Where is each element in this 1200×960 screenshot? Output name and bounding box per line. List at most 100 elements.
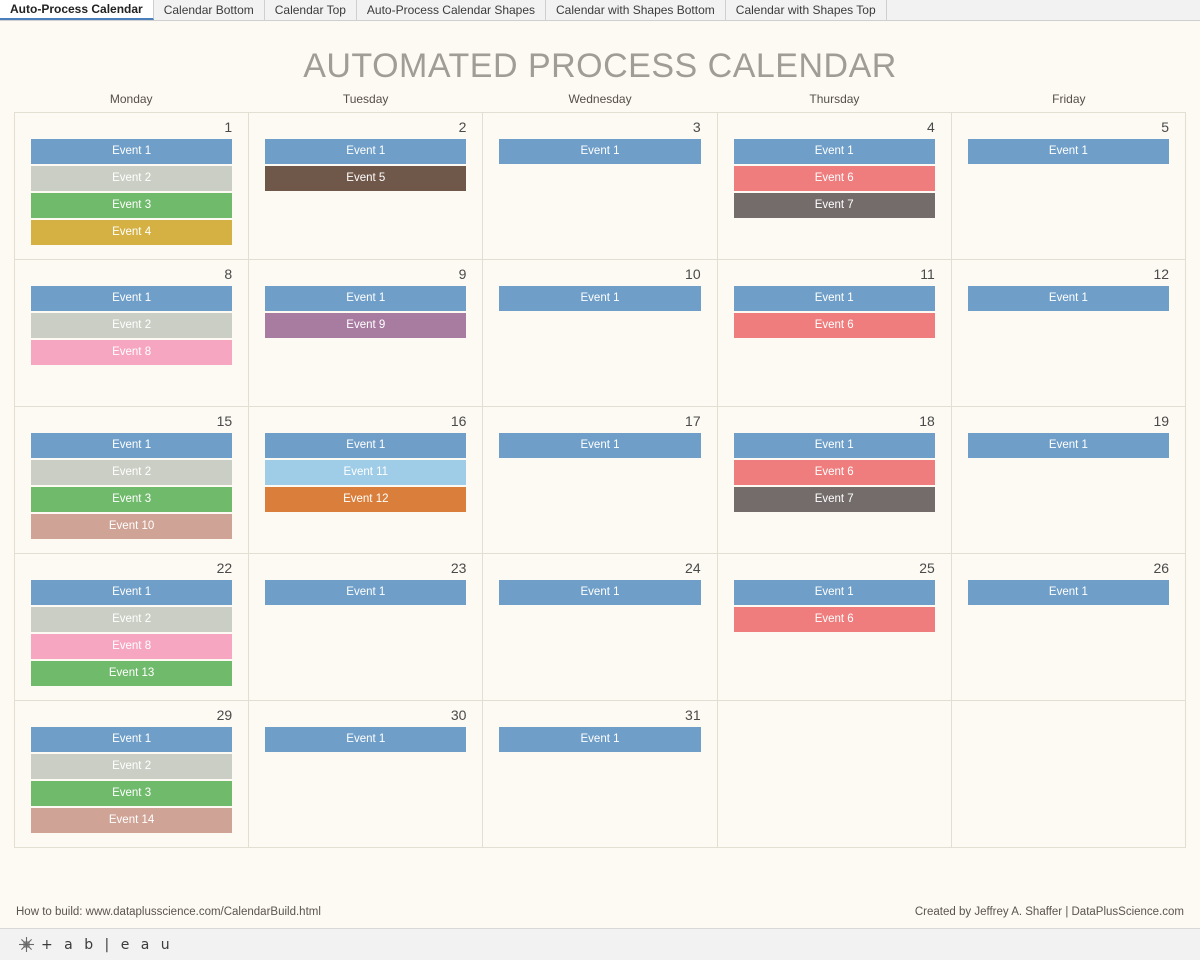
calendar-day-cell[interactable]: 2 Event 1 Event 5 [249, 113, 484, 260]
event-bar[interactable]: Event 1 [265, 433, 467, 458]
calendar-empty-cell[interactable] [951, 701, 1187, 848]
event-bar[interactable]: Event 12 [265, 487, 467, 512]
day-number: 2 [458, 119, 467, 135]
event-bar[interactable]: Event 1 [733, 139, 935, 164]
day-number: 26 [1153, 560, 1170, 576]
calendar-day-cell[interactable]: 9 Event 1 Event 9 [249, 260, 484, 407]
event-bar[interactable]: Event 1 [967, 286, 1170, 311]
footer-how-to-build-link[interactable]: How to build: www.dataplusscience.com/Ca… [16, 906, 321, 918]
event-bar[interactable]: Event 2 [31, 607, 233, 632]
event-bar[interactable]: Event 1 [265, 580, 467, 605]
event-bar[interactable]: Event 7 [733, 487, 935, 512]
footer-credit-text[interactable]: Created by Jeffrey A. Shaffer | DataPlus… [915, 906, 1184, 918]
event-bar[interactable]: Event 6 [733, 460, 935, 485]
event-bar[interactable]: Event 1 [499, 580, 701, 605]
calendar-day-cell[interactable]: 23 Event 1 [249, 554, 484, 701]
event-bar[interactable]: Event 1 [967, 580, 1170, 605]
event-bar[interactable]: Event 1 [499, 286, 701, 311]
worksheet-tab-0[interactable]: Auto-Process Calendar [0, 0, 154, 20]
calendar-day-cell[interactable]: 15 Event 1 Event 2 Event 3 Event 10 [15, 407, 250, 554]
event-list: Event 1 Event 9 [265, 286, 467, 338]
event-bar[interactable]: Event 2 [31, 460, 233, 485]
event-bar[interactable]: Event 1 [733, 286, 935, 311]
event-bar[interactable]: Event 1 [31, 580, 233, 605]
calendar-day-cell[interactable]: 17 Event 1 [483, 407, 718, 554]
event-bar[interactable]: Event 1 [499, 727, 701, 752]
worksheet-tab-label: Calendar with Shapes Bottom [556, 3, 715, 17]
event-bar[interactable]: Event 3 [31, 781, 233, 806]
event-bar[interactable]: Event 1 [733, 433, 935, 458]
day-number: 11 [920, 266, 935, 282]
calendar-day-cell[interactable]: 30 Event 1 [249, 701, 484, 848]
calendar-day-cell[interactable]: 16 Event 1 Event 11 Event 12 [249, 407, 484, 554]
event-bar[interactable]: Event 1 [265, 727, 467, 752]
worksheet-tab-4[interactable]: Calendar with Shapes Bottom [546, 0, 726, 20]
event-bar[interactable]: Event 1 [499, 433, 701, 458]
event-bar[interactable]: Event 14 [31, 808, 233, 833]
worksheet-tab-1[interactable]: Calendar Bottom [153, 0, 265, 20]
event-bar[interactable]: Event 11 [265, 460, 467, 485]
weekday-header-tuesday: Tuesday [342, 92, 389, 106]
event-bar[interactable]: Event 6 [733, 166, 935, 191]
day-number: 24 [685, 560, 701, 576]
calendar-day-cell[interactable]: 3 Event 1 [483, 113, 718, 260]
event-bar[interactable]: Event 1 [31, 286, 233, 311]
event-list: Event 1 [967, 139, 1170, 164]
event-bar[interactable]: Event 2 [31, 313, 233, 338]
calendar-day-cell[interactable]: 12 Event 1 [951, 260, 1187, 407]
event-bar[interactable]: Event 1 [265, 286, 467, 311]
worksheet-tab-label: Calendar with Shapes Top [735, 3, 876, 17]
event-bar[interactable]: Event 2 [31, 754, 233, 779]
calendar-day-cell[interactable]: 1 Event 1 Event 2 Event 3 Event 4 [15, 113, 250, 260]
event-bar[interactable]: Event 1 [31, 727, 233, 752]
calendar-day-cell[interactable]: 5 Event 1 [951, 113, 1187, 260]
calendar-day-cell[interactable]: 22 Event 1 Event 2 Event 8 Event 13 [15, 554, 250, 701]
calendar-day-cell[interactable]: 10 Event 1 [483, 260, 718, 407]
calendar-day-cell[interactable]: 4 Event 1 Event 6 Event 7 [717, 113, 952, 260]
event-list: Event 1 [265, 580, 467, 605]
calendar-week-row: 8 Event 1 Event 2 Event 8 9 Event 1 Event 9 10 E… [15, 260, 1187, 407]
event-bar[interactable]: Event 5 [265, 166, 467, 191]
event-list: Event 1 [265, 727, 467, 752]
event-bar[interactable]: Event 1 [967, 139, 1170, 164]
calendar-day-cell[interactable]: 18 Event 1 Event 6 Event 7 [717, 407, 952, 554]
event-bar[interactable]: Event 7 [733, 193, 935, 218]
event-bar[interactable]: Event 1 [31, 139, 233, 164]
event-bar[interactable]: Event 3 [31, 487, 233, 512]
weekday-header-thursday: Thursday [809, 92, 860, 106]
worksheet-tab-2[interactable]: Calendar Top [264, 0, 357, 20]
event-bar[interactable]: Event 1 [31, 433, 233, 458]
event-bar[interactable]: Event 9 [265, 313, 467, 338]
event-bar[interactable]: Event 3 [31, 193, 233, 218]
calendar-day-cell[interactable]: 19 Event 1 [951, 407, 1187, 554]
event-bar[interactable]: Event 6 [733, 607, 935, 632]
worksheet-tab-label: Calendar Bottom [163, 3, 254, 17]
weekday-header-friday: Friday [1052, 92, 1086, 106]
event-bar[interactable]: Event 2 [31, 166, 233, 191]
calendar-day-cell[interactable]: 25 Event 1 Event 6 [717, 554, 952, 701]
day-number: 3 [692, 119, 701, 135]
day-number: 8 [224, 266, 233, 282]
event-bar[interactable]: Event 8 [31, 340, 233, 365]
calendar-day-cell[interactable]: 8 Event 1 Event 2 Event 8 [15, 260, 250, 407]
event-bar[interactable]: Event 8 [31, 634, 233, 659]
calendar-day-cell[interactable]: 29 Event 1 Event 2 Event 3 Event 14 [15, 701, 250, 848]
calendar-empty-cell[interactable] [717, 701, 952, 848]
calendar-day-cell[interactable]: 26 Event 1 [951, 554, 1187, 701]
calendar-day-cell[interactable]: 11 Event 1 Event 6 [717, 260, 952, 407]
worksheet-tab-bar[interactable]: Auto-Process Calendar Calendar Bottom Cale… [0, 0, 1200, 21]
event-list: Event 1 Event 6 Event 7 [733, 433, 935, 512]
worksheet-tab-3[interactable]: Auto-Process Calendar Shapes [356, 0, 547, 20]
event-bar[interactable]: Event 4 [31, 220, 233, 245]
calendar-day-cell[interactable]: 24 Event 1 [483, 554, 718, 701]
event-bar[interactable]: Event 13 [31, 661, 233, 686]
event-bar[interactable]: Event 1 [499, 139, 701, 164]
event-bar[interactable]: Event 1 [265, 139, 467, 164]
worksheet-tab-5[interactable]: Calendar with Shapes Top [725, 0, 887, 20]
event-bar[interactable]: Event 1 [733, 580, 935, 605]
weekday-header-row: Monday Tuesday Wednesday Thursday Friday [14, 92, 1186, 112]
event-bar[interactable]: Event 10 [31, 514, 233, 539]
calendar-day-cell[interactable]: 31 Event 1 [483, 701, 718, 848]
event-bar[interactable]: Event 6 [733, 313, 935, 338]
event-bar[interactable]: Event 1 [967, 433, 1170, 458]
